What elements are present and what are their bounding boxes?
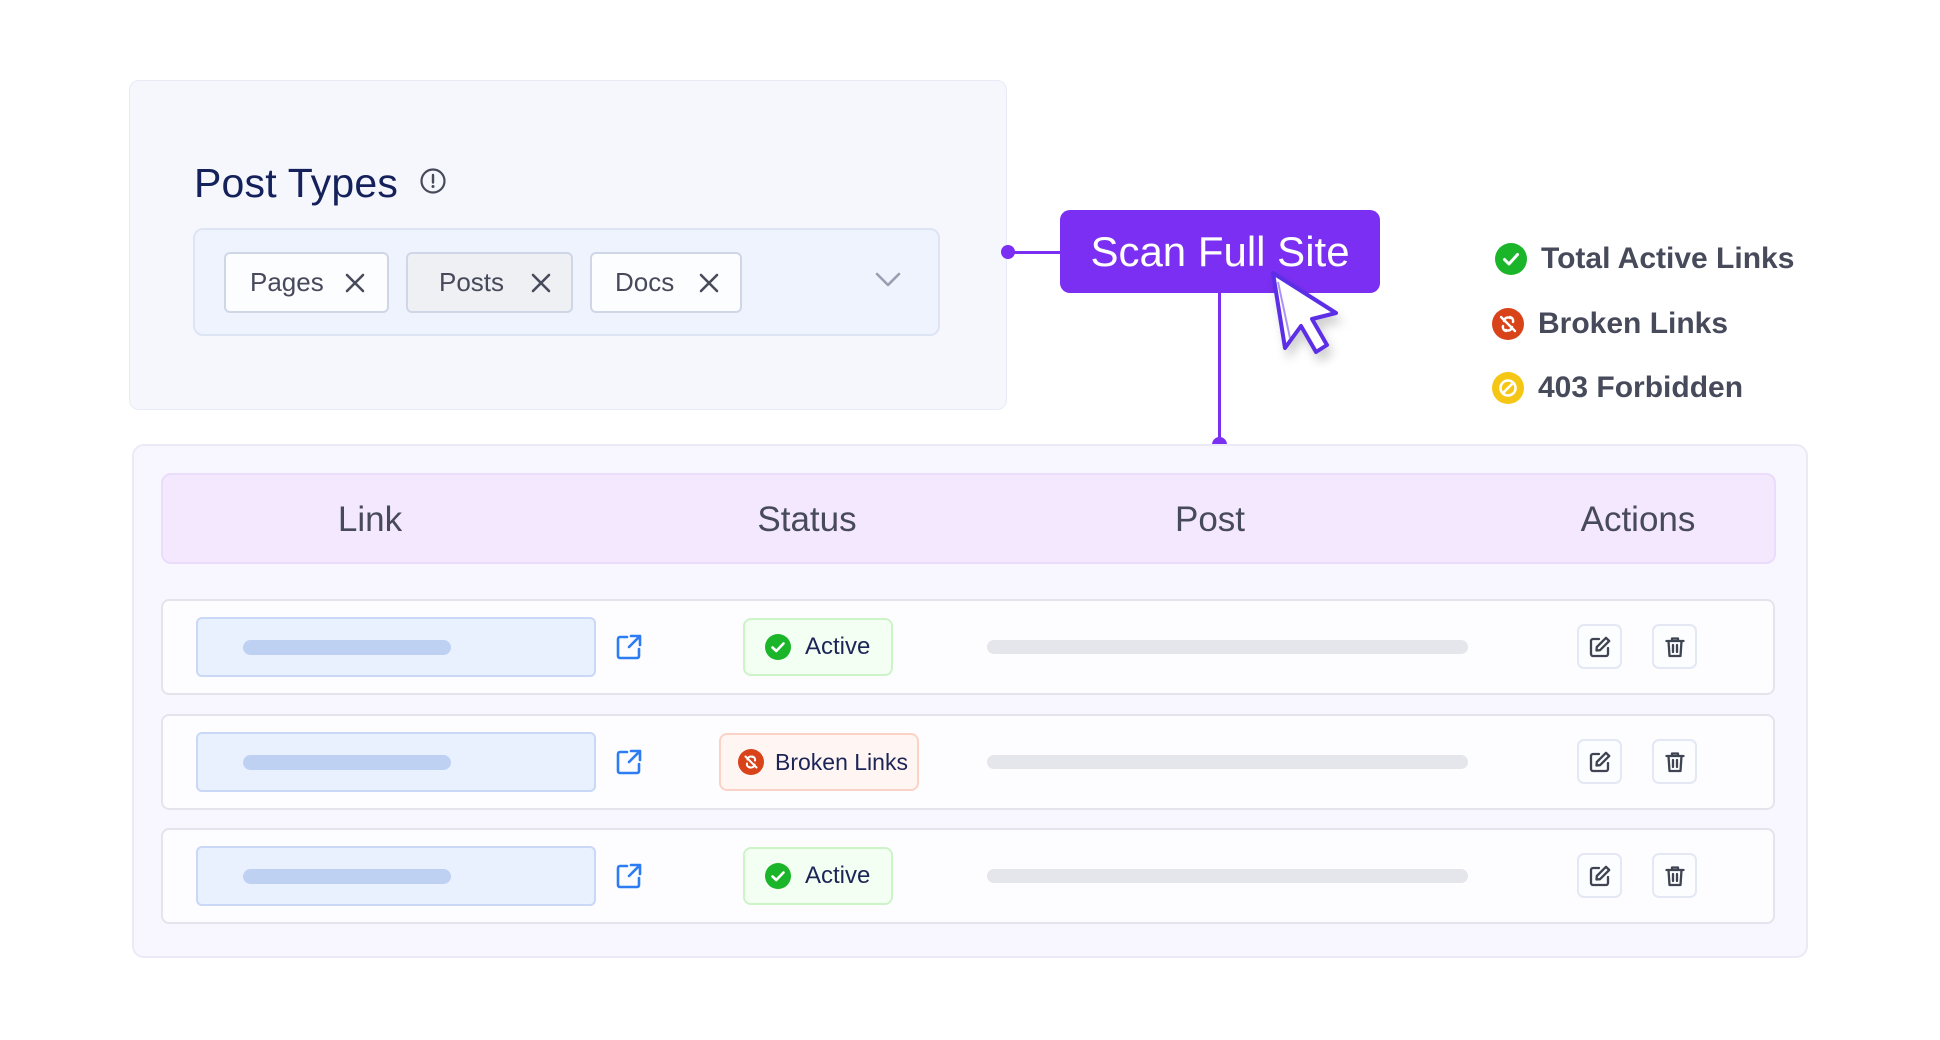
trash-icon xyxy=(1664,751,1685,772)
status-label: Active xyxy=(805,862,871,889)
edit-icon xyxy=(1589,636,1610,657)
check-circle-icon xyxy=(765,634,791,660)
link-placeholder-bar xyxy=(243,755,451,770)
edit-icon xyxy=(1589,865,1610,886)
column-header-status: Status xyxy=(757,500,857,539)
legend-label: Broken Links xyxy=(1538,307,1729,340)
chip-label: Posts xyxy=(439,267,505,297)
check-circle-icon xyxy=(765,863,791,889)
chevron-down-icon[interactable] xyxy=(875,272,901,288)
post-types-title: Post Types xyxy=(194,160,399,206)
delete-button[interactable] xyxy=(1652,853,1697,898)
connector-dot xyxy=(1001,245,1015,259)
delete-button[interactable] xyxy=(1652,739,1697,784)
check-circle-icon xyxy=(1495,243,1527,275)
status-badge: Active xyxy=(743,618,893,676)
chip-label: Pages xyxy=(250,267,324,297)
chip-pages: Pages xyxy=(224,252,389,313)
link-field[interactable] xyxy=(196,846,596,906)
broken-link-icon xyxy=(738,749,764,775)
column-header-link: Link xyxy=(337,500,403,539)
connector-line xyxy=(1008,251,1062,254)
link-field[interactable] xyxy=(196,732,596,792)
remove-chip-icon[interactable] xyxy=(698,272,720,294)
legend-label: Total Active Links xyxy=(1541,242,1795,275)
link-field[interactable] xyxy=(196,617,596,677)
mouse-pointer-icon xyxy=(1271,271,1338,354)
connector-line xyxy=(1218,290,1221,442)
post-placeholder-bar xyxy=(987,640,1468,654)
external-link-icon[interactable] xyxy=(615,862,643,890)
remove-chip-icon[interactable] xyxy=(530,272,552,294)
table-header xyxy=(161,473,1776,564)
status-badge: Broken Links xyxy=(719,733,919,791)
external-link-icon[interactable] xyxy=(615,748,643,776)
column-header-post: Post xyxy=(1174,500,1246,539)
table-row: Broken Links xyxy=(161,714,1775,810)
trash-icon xyxy=(1664,865,1685,886)
table-row: Active xyxy=(161,599,1775,695)
legend-item-active: Total Active Links xyxy=(1495,242,1794,276)
table-row: Active xyxy=(161,828,1775,924)
edit-button[interactable] xyxy=(1577,624,1622,669)
edit-button[interactable] xyxy=(1577,853,1622,898)
status-label: Active xyxy=(805,633,871,660)
chip-posts: Posts xyxy=(406,252,573,313)
info-circle-icon[interactable] xyxy=(419,167,447,195)
post-placeholder-bar xyxy=(987,755,1468,769)
link-placeholder-bar xyxy=(243,869,451,884)
external-link-icon[interactable] xyxy=(615,633,643,661)
status-badge: Active xyxy=(743,847,893,905)
link-placeholder-bar xyxy=(243,640,451,655)
delete-button[interactable] xyxy=(1652,624,1697,669)
chip-docs: Docs xyxy=(590,252,742,313)
edit-icon xyxy=(1589,751,1610,772)
edit-button[interactable] xyxy=(1577,739,1622,784)
trash-icon xyxy=(1664,636,1685,657)
forbidden-icon xyxy=(1492,372,1524,404)
status-label: Broken Links xyxy=(775,748,908,775)
remove-chip-icon[interactable] xyxy=(344,272,366,294)
legend-item-forbidden: 403 Forbidden xyxy=(1492,371,1743,405)
chip-label: Docs xyxy=(615,267,675,297)
post-placeholder-bar xyxy=(987,869,1468,883)
column-header-actions: Actions xyxy=(1580,500,1696,539)
legend-item-broken: Broken Links xyxy=(1492,307,1728,341)
broken-link-icon xyxy=(1492,308,1524,340)
legend-label: 403 Forbidden xyxy=(1538,371,1744,404)
